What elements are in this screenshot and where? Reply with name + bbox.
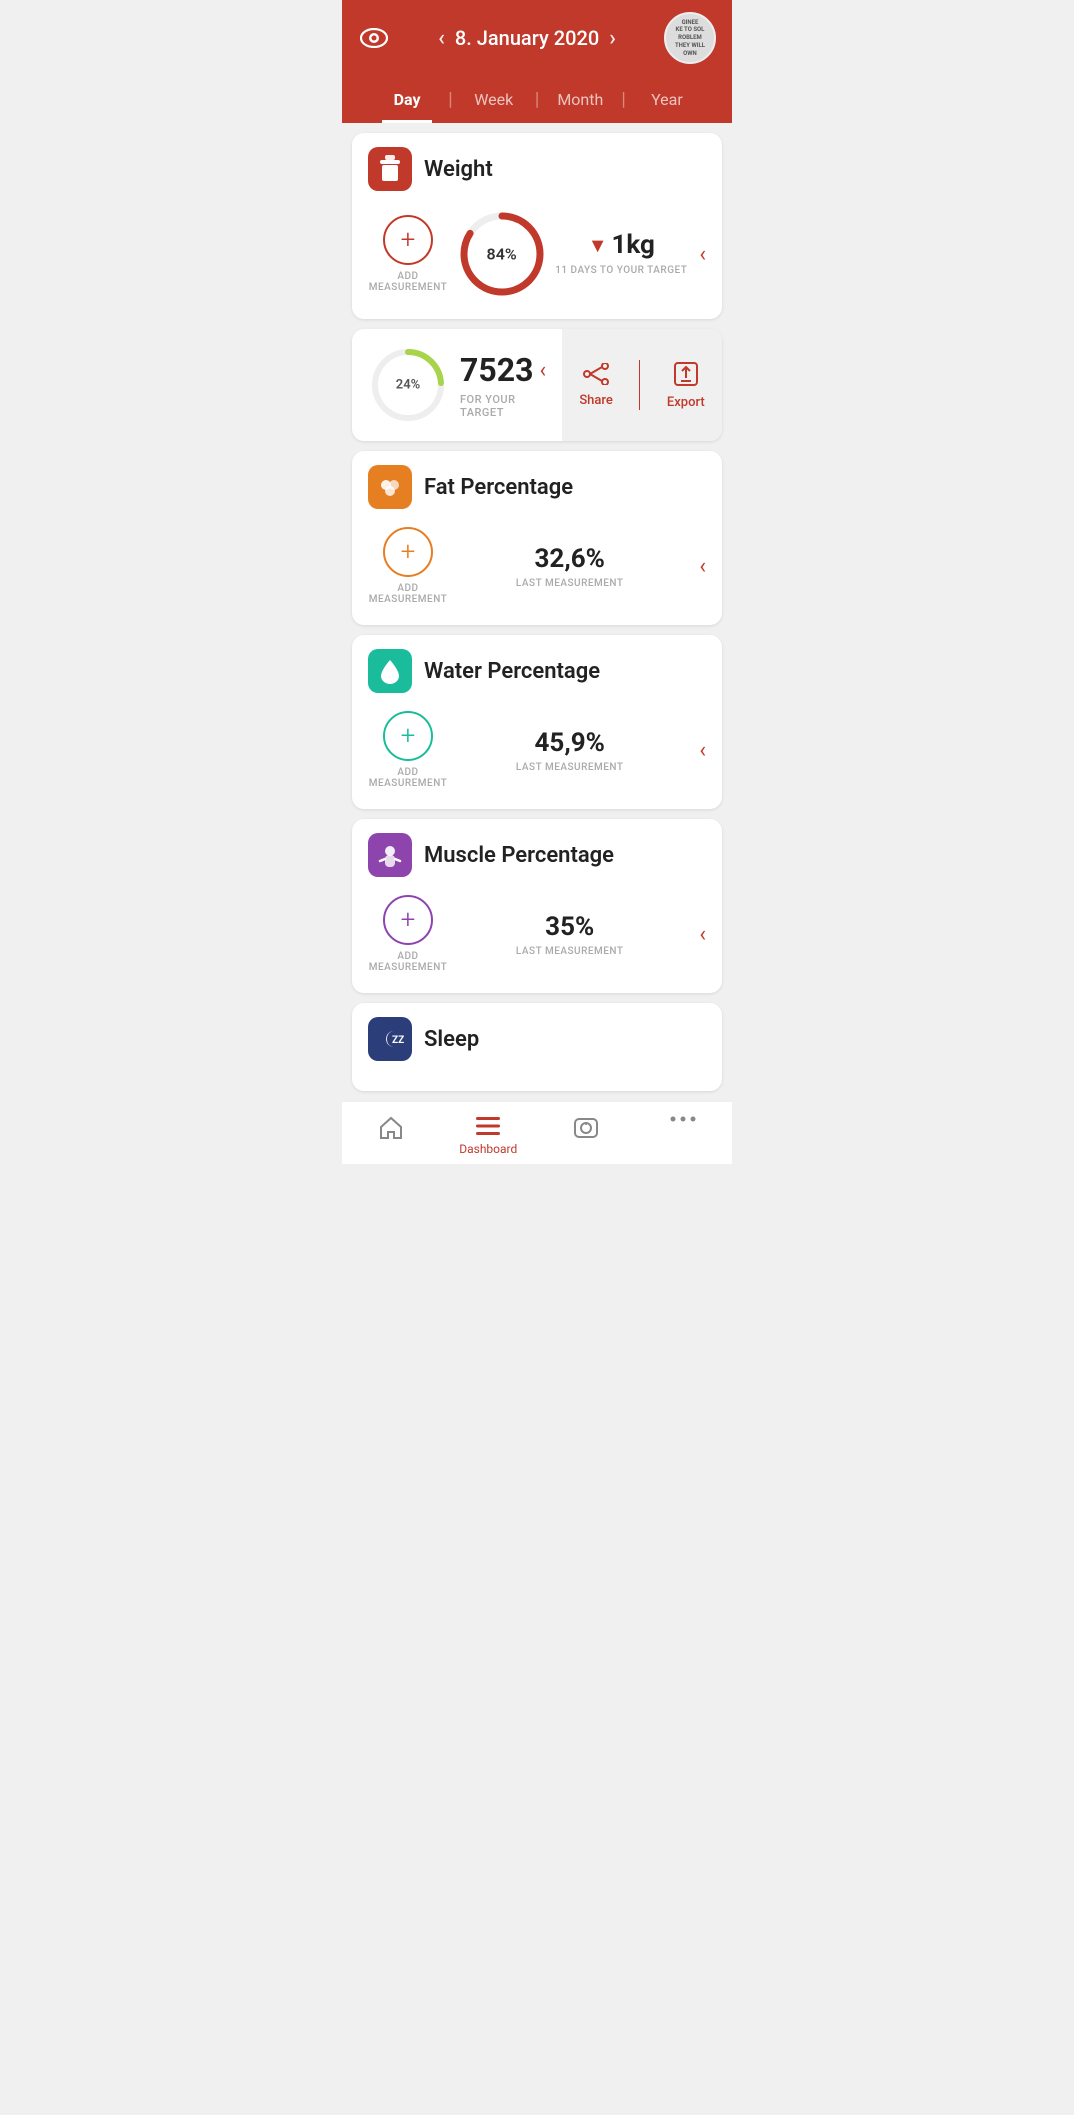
fat-title: Fat Percentage bbox=[424, 475, 573, 500]
muscle-add-label: ADDMEASUREMENT bbox=[369, 951, 448, 973]
steps-chevron[interactable]: ‹ bbox=[539, 358, 546, 383]
water-add-circle[interactable]: + bbox=[383, 711, 433, 761]
weight-target-sub: 11 DAYS TO YOUR TARGET bbox=[555, 264, 687, 278]
water-sub: LAST MEASUREMENT bbox=[516, 762, 624, 773]
svg-text:ZZ: ZZ bbox=[392, 1035, 404, 1046]
weight-target: ▼ 1kg 11 DAYS TO YOUR TARGET bbox=[555, 230, 687, 278]
nav-more[interactable] bbox=[635, 1110, 733, 1160]
water-add-measurement[interactable]: + ADDMEASUREMENT bbox=[368, 711, 448, 789]
water-value: 45,9% bbox=[535, 728, 605, 758]
tab-year[interactable]: Year bbox=[626, 76, 708, 123]
weight-title: Weight bbox=[424, 157, 493, 182]
weight-card-header: Weight bbox=[352, 133, 722, 201]
steps-body: 24% 7523 ‹ FOR YOUR TARGET bbox=[352, 329, 722, 441]
fat-card-header: Fat Percentage bbox=[352, 451, 722, 519]
steps-actions: Share Export bbox=[562, 329, 722, 441]
weight-down-arrow: ▼ bbox=[588, 233, 608, 258]
nav-home[interactable] bbox=[342, 1110, 440, 1160]
weight-chevron[interactable]: ‹ bbox=[699, 242, 706, 267]
fat-value: 32,6% bbox=[535, 544, 605, 574]
weight-add-label: ADDMEASUREMENT bbox=[369, 271, 448, 293]
water-title: Water Percentage bbox=[424, 659, 600, 684]
steps-sub: FOR YOUR TARGET bbox=[460, 393, 546, 419]
home-icon bbox=[378, 1114, 404, 1140]
steps-card: 24% 7523 ‹ FOR YOUR TARGET bbox=[352, 329, 722, 441]
scale-icon bbox=[572, 1114, 600, 1142]
muscle-icon bbox=[368, 833, 412, 877]
muscle-add-measurement[interactable]: + ADDMEASUREMENT bbox=[368, 895, 448, 973]
dashboard-icon bbox=[474, 1114, 502, 1138]
steps-ring-label: 24% bbox=[396, 378, 420, 393]
nav-scale[interactable] bbox=[537, 1110, 635, 1160]
share-button[interactable]: Share bbox=[579, 363, 613, 408]
main-content: Weight + ADDMEASUREMENT 84% bbox=[342, 123, 732, 1101]
muscle-card: Muscle Percentage + ADDMEASUREMENT 35% L… bbox=[352, 819, 722, 993]
water-icon bbox=[368, 649, 412, 693]
export-label: Export bbox=[667, 395, 705, 410]
steps-ring: 24% bbox=[368, 345, 448, 425]
export-button[interactable]: Export bbox=[667, 361, 705, 410]
muscle-card-header: Muscle Percentage bbox=[352, 819, 722, 887]
prev-date-button[interactable]: ‹ bbox=[438, 26, 445, 51]
tab-week[interactable]: Week bbox=[453, 76, 535, 123]
fat-chevron[interactable]: ‹ bbox=[699, 554, 706, 579]
nav-dashboard[interactable]: Dashboard bbox=[440, 1110, 538, 1160]
weight-target-value: ▼ 1kg bbox=[588, 230, 655, 260]
muscle-value: 35% bbox=[545, 912, 594, 942]
water-card-header: Water Percentage bbox=[352, 635, 722, 703]
sleep-card-header: ZZ Sleep bbox=[352, 1003, 722, 1071]
date-nav: ‹ 8. January 2020 › bbox=[438, 26, 616, 51]
action-divider bbox=[639, 360, 640, 410]
fat-add-measurement[interactable]: + ADDMEASUREMENT bbox=[368, 527, 448, 605]
fat-body: + ADDMEASUREMENT 32,6% LAST MEASUREMENT … bbox=[352, 519, 722, 625]
weight-add-circle[interactable]: + bbox=[383, 215, 433, 265]
steps-value: 7523 bbox=[460, 351, 533, 389]
muscle-value-wrap: 35% LAST MEASUREMENT bbox=[448, 912, 691, 957]
water-add-label: ADDMEASUREMENT bbox=[369, 767, 448, 789]
fat-card: Fat Percentage + ADDMEASUREMENT 32,6% LA… bbox=[352, 451, 722, 625]
fat-value-wrap: 32,6% LAST MEASUREMENT bbox=[448, 544, 691, 589]
tab-bar: Day | Week | Month | Year bbox=[358, 76, 716, 123]
water-value-wrap: 45,9% LAST MEASUREMENT bbox=[448, 728, 691, 773]
sleep-icon: ZZ bbox=[368, 1017, 412, 1061]
muscle-add-circle[interactable]: + bbox=[383, 895, 433, 945]
fat-icon bbox=[368, 465, 412, 509]
weight-progress-label: 84% bbox=[487, 245, 517, 264]
muscle-chevron[interactable]: ‹ bbox=[699, 922, 706, 947]
next-date-button[interactable]: › bbox=[609, 26, 616, 51]
water-chevron[interactable]: ‹ bbox=[699, 738, 706, 763]
header: ‹ 8. January 2020 › GINEEKE TO SOLROBLEM… bbox=[342, 0, 732, 123]
water-body: + ADDMEASUREMENT 45,9% LAST MEASUREMENT … bbox=[352, 703, 722, 809]
bottom-nav: Dashboard bbox=[342, 1101, 732, 1164]
app-logo: GINEEKE TO SOLROBLEMTHEY WILLOWN bbox=[664, 12, 716, 64]
fat-add-circle[interactable]: + bbox=[383, 527, 433, 577]
more-icon bbox=[669, 1114, 697, 1124]
sleep-title: Sleep bbox=[424, 1027, 479, 1052]
weight-progress-ring: 84% bbox=[448, 209, 555, 299]
muscle-title: Muscle Percentage bbox=[424, 843, 614, 868]
muscle-body: + ADDMEASUREMENT 35% LAST MEASUREMENT ‹ bbox=[352, 887, 722, 993]
tab-month[interactable]: Month bbox=[539, 76, 621, 123]
weight-add-measurement[interactable]: + ADDMEASUREMENT bbox=[368, 215, 448, 293]
muscle-sub: LAST MEASUREMENT bbox=[516, 946, 624, 957]
fat-add-label: ADDMEASUREMENT bbox=[369, 583, 448, 605]
nav-dashboard-label: Dashboard bbox=[459, 1142, 517, 1156]
current-date: 8. January 2020 bbox=[455, 26, 599, 50]
eye-icon[interactable] bbox=[358, 22, 390, 54]
steps-left: 24% 7523 ‹ FOR YOUR TARGET bbox=[352, 329, 562, 441]
water-card: Water Percentage + ADDMEASUREMENT 45,9% … bbox=[352, 635, 722, 809]
weight-body: + ADDMEASUREMENT 84% ▼ 1kg bbox=[352, 201, 722, 319]
fat-sub: LAST MEASUREMENT bbox=[516, 578, 624, 589]
tab-day[interactable]: Day bbox=[366, 76, 448, 123]
header-top: ‹ 8. January 2020 › GINEEKE TO SOLROBLEM… bbox=[358, 12, 716, 76]
weight-kg: 1kg bbox=[611, 230, 654, 260]
weight-card: Weight + ADDMEASUREMENT 84% bbox=[352, 133, 722, 319]
steps-value-wrap: 7523 ‹ FOR YOUR TARGET bbox=[460, 351, 546, 419]
weight-icon bbox=[368, 147, 412, 191]
share-label: Share bbox=[579, 393, 613, 408]
sleep-card: ZZ Sleep bbox=[352, 1003, 722, 1091]
